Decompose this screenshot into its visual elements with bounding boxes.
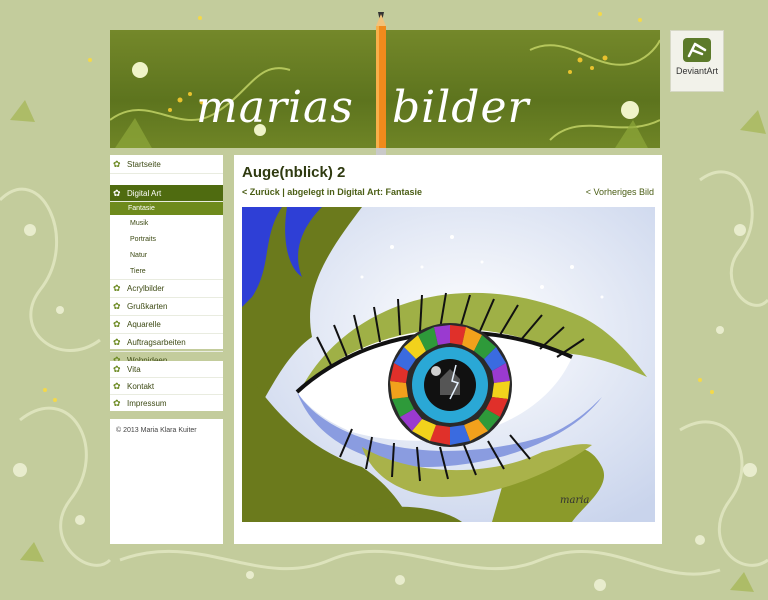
subnav-label: Musik: [130, 219, 149, 227]
previous-image-link[interactable]: < Vorheriges Bild: [586, 187, 654, 197]
nav-label: Auftragsarbeiten: [127, 338, 186, 347]
subnav-label: Fantasie: [128, 205, 155, 212]
page-title: Auge(nblick) 2: [242, 164, 346, 181]
nav-kontakt[interactable]: ✿ Kontakt: [110, 378, 223, 395]
nav-aquarelle[interactable]: ✿ Aquarelle: [110, 316, 223, 334]
leaf-icon: ✿: [113, 319, 121, 329]
logo-text-right: bilder: [392, 82, 530, 133]
leaf-icon: ✿: [113, 337, 121, 347]
nav-label: Vita: [127, 364, 141, 374]
leaf-icon: ✿: [113, 283, 121, 293]
nav-label: Aquarelle: [127, 320, 161, 329]
main-content: Auge(nblick) 2 < Zurück | abgelegt in Di…: [234, 155, 662, 544]
sidebar-info-nav: ✿ Vita ✿ Kontakt ✿ Impressum: [110, 361, 223, 411]
nav-label: Grußkarten: [127, 302, 168, 311]
nav-label: Impressum: [127, 398, 167, 408]
leaf-icon: ✿: [113, 187, 121, 198]
leaf-icon: ✿: [113, 363, 121, 374]
deviantart-label: DeviantArt: [675, 66, 719, 76]
nav-acrylbilder[interactable]: ✿ Acrylbilder: [110, 280, 223, 298]
pencil-icon: [376, 12, 386, 156]
back-breadcrumb-link[interactable]: < Zurück | abgelegt in Digital Art: Fant…: [242, 187, 422, 197]
logo-text-left: marias: [196, 82, 354, 133]
copyright-text: © 2013 Maria Klara Kuiter: [116, 427, 197, 434]
nav-label: Acrylbilder: [127, 284, 165, 293]
subnav-portraits[interactable]: Portraits: [110, 231, 223, 247]
sidebar-main-nav: ✿ Startseite ✿ Digital Art ✿ Fantasie Mu…: [110, 155, 223, 365]
deviantart-icon: [683, 38, 711, 62]
leaf-icon: ✿: [114, 203, 122, 213]
subnav-label: Portraits: [130, 235, 157, 243]
artwork-eye-image[interactable]: maria: [242, 207, 655, 522]
subnav-label: Tiere: [130, 267, 146, 275]
leaf-icon: ✿: [113, 158, 121, 169]
leaf-icon: ✿: [113, 397, 121, 408]
leaf-icon: ✿: [113, 380, 121, 391]
nav-vita[interactable]: ✿ Vita: [110, 361, 223, 378]
nav-impressum[interactable]: ✿ Impressum: [110, 395, 223, 411]
subnav-natur[interactable]: Natur: [110, 247, 223, 263]
nav-label: Digital Art: [127, 188, 162, 198]
deviantart-badge[interactable]: DeviantArt: [670, 30, 724, 92]
nav-auftragsarbeiten[interactable]: ✿ Auftragsarbeiten: [110, 334, 223, 352]
leaf-icon: ✿: [113, 301, 121, 311]
subnav-tiere[interactable]: Tiere: [110, 263, 223, 280]
subnav-label: Natur: [130, 251, 148, 259]
nav-label: Startseite: [127, 159, 161, 169]
sidebar-footer: © 2013 Maria Klara Kuiter: [110, 419, 223, 544]
nav-label: Kontakt: [127, 381, 155, 391]
nav-digital-art[interactable]: ✿ Digital Art: [110, 185, 223, 202]
subnav-musik[interactable]: Musik: [110, 215, 223, 231]
artist-signature: maria: [560, 495, 589, 506]
subnav-fantasie[interactable]: ✿ Fantasie: [110, 202, 223, 215]
nav-grusskarten[interactable]: ✿ Grußkarten: [110, 298, 223, 316]
nav-startseite[interactable]: ✿ Startseite: [110, 155, 223, 174]
